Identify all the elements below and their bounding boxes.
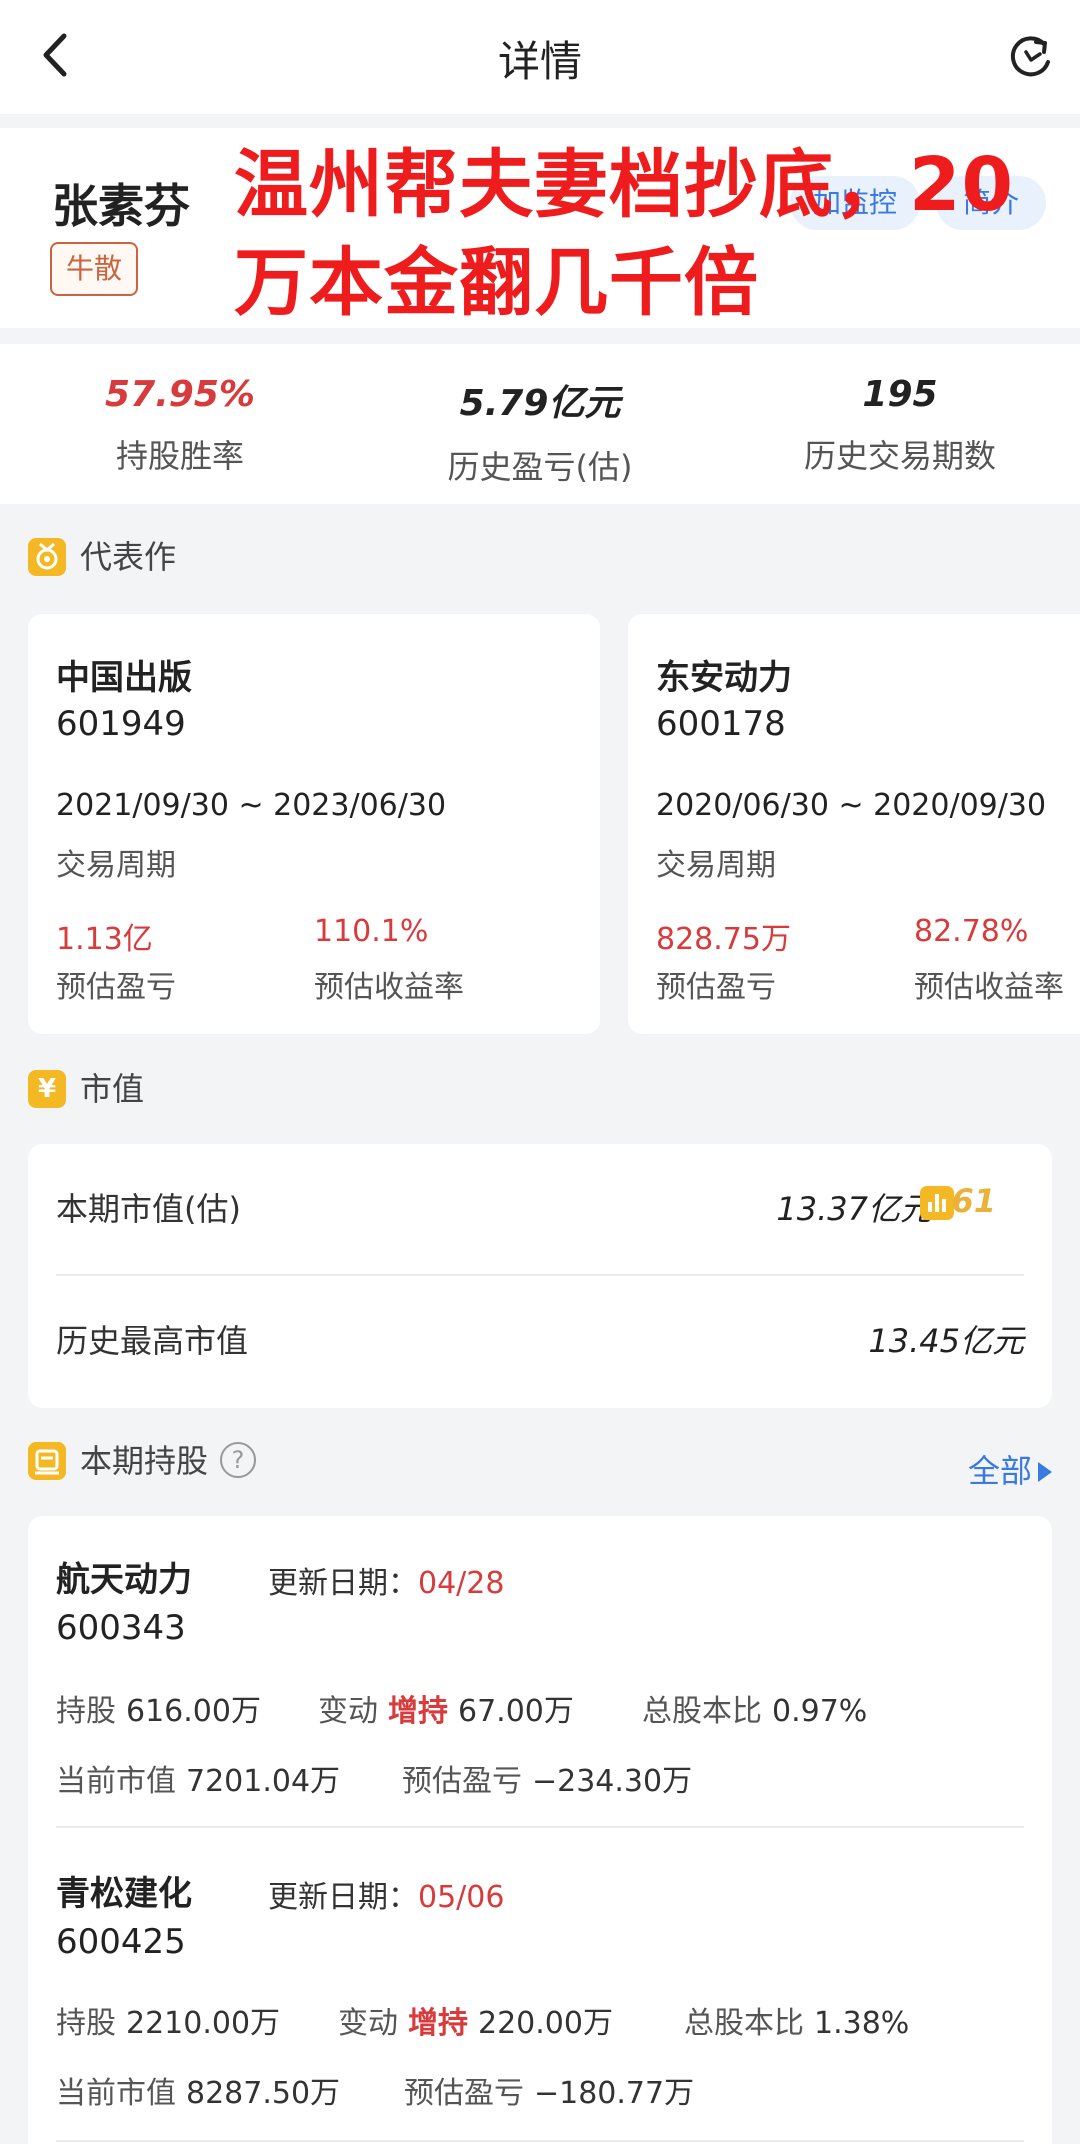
stat-value: 195 (862, 374, 938, 415)
holding-stock-code: 600425 (56, 1922, 186, 1962)
estimated-return-label: 预估收益率 (314, 970, 464, 1005)
market-value-label: 当前市值 (56, 2076, 176, 2111)
update-date-value: 04/28 (418, 1566, 505, 1601)
estimated-pnl-label: 预估盈亏 (656, 970, 776, 1005)
stat-label: 历史盈亏(估) (447, 448, 633, 486)
holding-estimated-pnl: 预估盈亏 −234.30万 (402, 1756, 692, 1800)
stat-value: 57.95% (105, 374, 255, 415)
trade-period-label: 交易周期 (56, 848, 176, 883)
pnl-label: 预估盈亏 (404, 2076, 524, 2111)
stat-win-rate: 57.95% 持股胜率 (0, 374, 360, 477)
stock-name: 东安动力 (656, 658, 792, 698)
change-value: 67.00万 (458, 1694, 574, 1729)
bar-chart-icon[interactable] (920, 1186, 954, 1220)
holding-change: 变动 增持 220.00万 (338, 1998, 613, 2042)
medal-icon (28, 538, 66, 576)
pnl-value: −234.30万 (532, 1764, 693, 1799)
shares-label: 持股 (56, 1694, 116, 1729)
max-market-value: 13.45亿元 (868, 1322, 1024, 1360)
pnl-value: −180.77万 (534, 2076, 695, 2111)
stat-trade-periods: 195 历史交易期数 (720, 374, 1080, 477)
update-date-value: 05/06 (418, 1880, 505, 1915)
view-all-link[interactable]: 全部 (968, 1446, 1052, 1492)
section-header-holdings: 本期持股 ? (28, 1440, 428, 1484)
estimated-return: 82.78% (914, 914, 1029, 949)
page-title: 详情 (497, 37, 582, 86)
divider (56, 1826, 1024, 1828)
stat-history-pnl: 5.79亿元 历史盈亏(估) (360, 374, 720, 488)
holding-shares: 持股 616.00万 (56, 1686, 261, 1730)
market-value-label: 当前市值 (56, 1764, 176, 1799)
change-value: 220.00万 (478, 2006, 613, 2041)
stat-label: 持股胜率 (115, 437, 244, 475)
shares-label: 持股 (56, 2006, 116, 2041)
overlay-caption: 温州帮夫妻档抄底，20万本金翻几千倍 (234, 142, 1014, 326)
section-title: 代表作 (80, 538, 177, 576)
holding-stock-name[interactable]: 航天动力 (56, 1552, 192, 1601)
stats-panel: 57.95% 持股胜率 5.79亿元 历史盈亏(估) 195 历史交易期数 (0, 344, 1080, 504)
ratio-label: 总股本比 (684, 2006, 804, 2041)
stock-name: 中国出版 (56, 658, 192, 698)
holding-ratio: 总股本比 0.97% (642, 1686, 867, 1730)
market-value-value: 7201.04万 (186, 1764, 341, 1799)
change-label: 变动 (318, 1694, 378, 1729)
current-market-value-label: 本期市值(估) (56, 1190, 241, 1228)
yuan-icon: ¥ (28, 1070, 66, 1108)
max-market-value-row: 历史最高市值 13.45亿元 (56, 1276, 1024, 1396)
update-date-label: 更新日期： (268, 1566, 418, 1601)
update-date-label: 更新日期： (268, 1880, 418, 1915)
holdings-card: 航天动力 更新日期：04/28 600343 持股 616.00万 变动 增持 67.… (28, 1516, 1052, 2144)
holding-ratio: 总股本比 1.38% (684, 1998, 909, 2042)
shares-value: 2210.00万 (126, 2006, 281, 2041)
holding-update-date: 更新日期：05/06 (268, 1872, 504, 1916)
market-value-value: 8287.50万 (186, 2076, 341, 2111)
investor-tag-badge: 牛散 (50, 242, 138, 296)
shares-value: 616.00万 (126, 1694, 261, 1729)
estimated-return-label: 预估收益率 (914, 970, 1064, 1005)
holding-shares: 持股 2210.00万 (56, 1998, 280, 2042)
holding-market-value: 当前市值 8287.50万 (56, 2068, 340, 2112)
ratio-value: 1.38% (814, 2006, 910, 2041)
change-type: 增持 (408, 2006, 468, 2041)
divider (56, 2140, 1024, 2142)
market-value-card: 本期市值(估) 13.37亿元 61 历史最高市值 13.45亿元 (28, 1144, 1052, 1408)
refresh-icon[interactable] (1004, 32, 1056, 84)
holding-stock-name[interactable]: 青松建化 (56, 1866, 192, 1915)
estimated-pnl: 1.13亿 (56, 922, 153, 957)
estimated-pnl-label: 预估盈亏 (56, 970, 176, 1005)
stat-label: 历史交易期数 (803, 437, 996, 475)
trade-period: 2020/06/30 ~ 2020/09/30 (656, 788, 1047, 823)
view-all-label: 全部 (967, 1452, 1032, 1490)
ratio-label: 总股本比 (642, 1694, 762, 1729)
top-nav-bar: 详情 (0, 0, 1080, 114)
section-title: 本期持股 (80, 1442, 209, 1480)
stock-code: 601949 (56, 704, 186, 744)
holding-stock-code: 600343 (56, 1608, 186, 1648)
holding-market-value: 当前市值 7201.04万 (56, 1756, 340, 1800)
work-card[interactable]: 东安动力 600178 2020/06/30 ~ 2020/09/30 交易周期… (628, 614, 1080, 1034)
holding-estimated-pnl: 预估盈亏 −180.77万 (404, 2068, 694, 2112)
trade-period: 2021/09/30 ~ 2023/06/30 (56, 788, 447, 823)
pnl-label: 预估盈亏 (402, 1764, 522, 1799)
stock-code: 600178 (656, 704, 786, 744)
investor-name: 张素芬 (52, 179, 190, 233)
change-label: 变动 (338, 2006, 398, 2041)
trade-period-label: 交易周期 (656, 848, 776, 883)
ratio-value: 0.97% (772, 1694, 868, 1729)
holding-update-date: 更新日期：04/28 (268, 1558, 504, 1602)
current-market-value: 13.37亿元 (776, 1190, 932, 1228)
estimated-pnl: 828.75万 (656, 922, 791, 957)
stat-value: 5.79亿元 (459, 383, 621, 424)
change-type: 增持 (388, 1694, 448, 1729)
holding-change: 变动 增持 67.00万 (318, 1686, 574, 1730)
portfolio-icon (28, 1442, 66, 1480)
current-market-value-row: 本期市值(估) 13.37亿元 61 (56, 1144, 1024, 1264)
market-value-rank[interactable]: 61 (951, 1182, 996, 1220)
section-title: 市值 (80, 1070, 145, 1108)
help-icon[interactable]: ? (220, 1442, 256, 1478)
estimated-return: 110.1% (314, 914, 429, 949)
triangle-right-icon (1038, 1462, 1052, 1482)
max-market-value-label: 历史最高市值 (56, 1322, 249, 1360)
work-card[interactable]: 中国出版 601949 2021/09/30 ~ 2023/06/30 交易周期… (28, 614, 600, 1034)
